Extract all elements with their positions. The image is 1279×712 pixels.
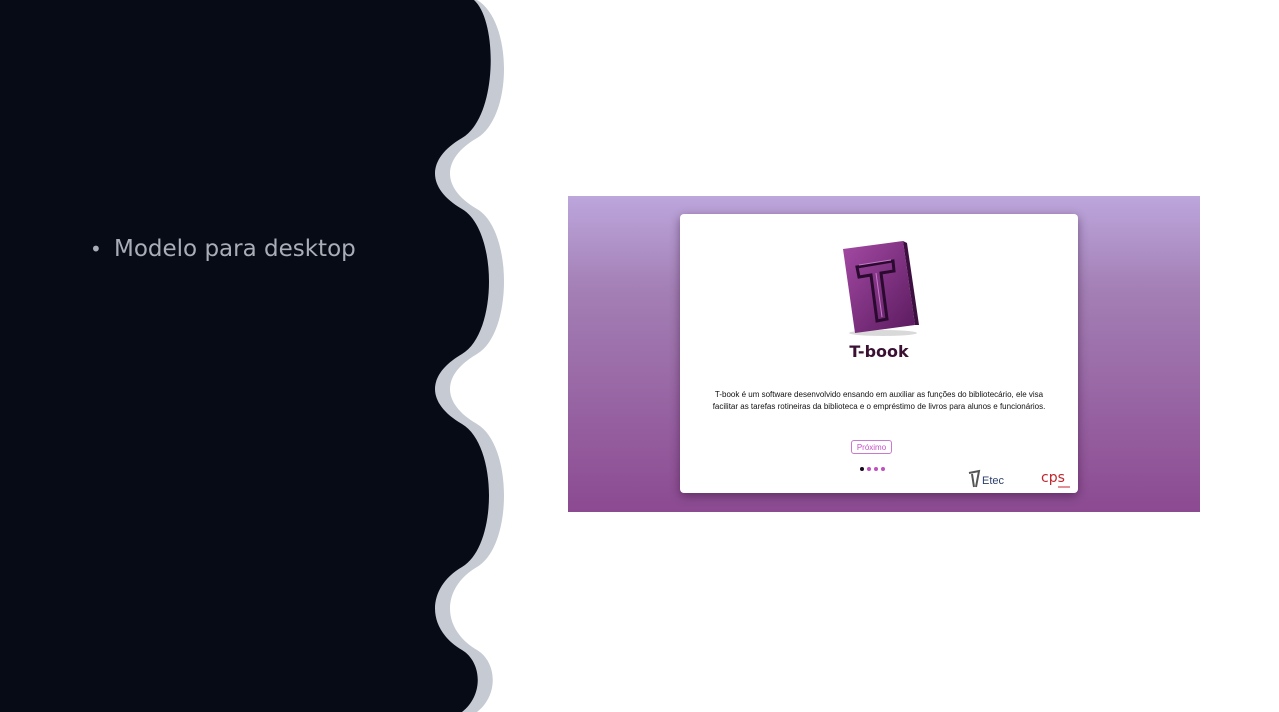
app-title: T-book — [849, 342, 909, 361]
page-dot-4[interactable] — [881, 467, 885, 471]
bullet-icon: • — [90, 237, 102, 261]
cps-logo-text: cps — [1041, 470, 1065, 486]
etec-logo: Etec — [968, 469, 1005, 488]
welcome-card: T-book T-book é um software desenvolvido… — [680, 214, 1078, 493]
pagination-dots[interactable] — [860, 467, 888, 473]
bullet-item: • Modelo para desktop — [90, 236, 356, 262]
app-description: T-book é um software desenvolvido ensand… — [712, 390, 1046, 411]
page-dot-1[interactable] — [860, 467, 864, 471]
cps-logo: cps — [1041, 470, 1070, 488]
desktop-mockup-screenshot: T-book T-book é um software desenvolvido… — [568, 196, 1200, 512]
page-dot-2[interactable] — [867, 467, 871, 471]
etec-logo-text: Etec — [982, 475, 1005, 487]
next-button[interactable]: Próximo — [851, 440, 892, 454]
tbook-book-logo — [843, 241, 919, 336]
page-dot-3[interactable] — [874, 467, 878, 471]
dark-panel-fill — [0, 0, 491, 712]
bullet-text: Modelo para desktop — [114, 236, 356, 262]
